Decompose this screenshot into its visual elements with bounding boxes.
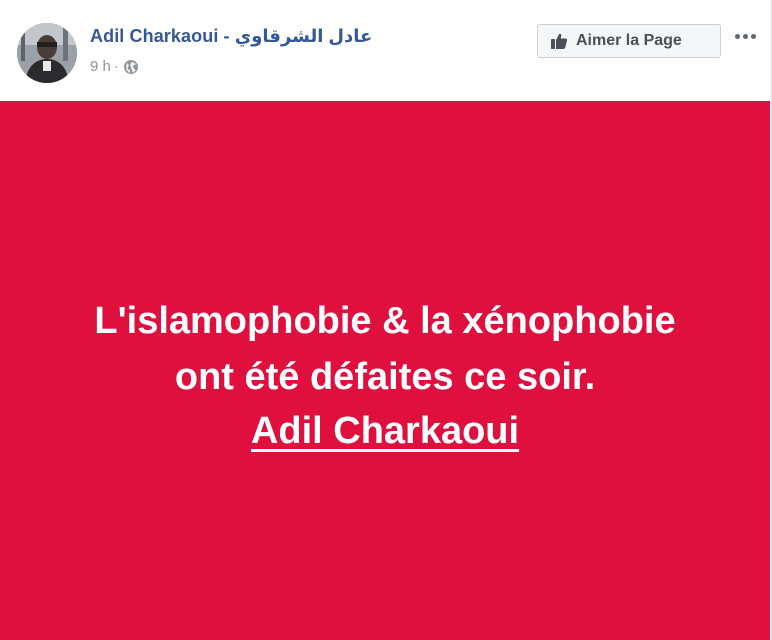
banner-line-1: L'islamophobie & la xénophobie	[94, 300, 676, 342]
thumbs-up-icon	[551, 33, 568, 49]
globe-icon[interactable]	[123, 59, 139, 75]
author-name[interactable]: Adil Charkaoui - عادل الشرقاوي	[90, 26, 372, 47]
like-page-label: Aimer la Page	[576, 32, 682, 49]
more-dot	[734, 33, 740, 39]
post-meta: 9 h ·	[90, 58, 139, 75]
more-dot	[750, 33, 756, 39]
post-card: Adil Charkaoui - عادل الشرقاوي 9 h · Aim…	[0, 0, 772, 640]
meta-separator: ·	[113, 58, 119, 75]
post-header: Adil Charkaoui - عادل الشرقاوي 9 h · Aim…	[0, 0, 770, 101]
more-dot	[742, 33, 748, 39]
post-image-banner[interactable]: L'islamophobie & la xénophobie ont été d…	[0, 101, 770, 640]
avatar-photo	[17, 23, 77, 83]
avatar[interactable]	[17, 23, 77, 83]
banner-line-3: Adil Charkaoui	[250, 410, 520, 452]
like-page-button[interactable]: Aimer la Page	[537, 24, 721, 58]
banner-line-2: ont été défaites ce soir.	[174, 356, 596, 398]
post-timestamp[interactable]: 9 h	[90, 58, 111, 75]
more-options-icon[interactable]	[730, 26, 760, 46]
